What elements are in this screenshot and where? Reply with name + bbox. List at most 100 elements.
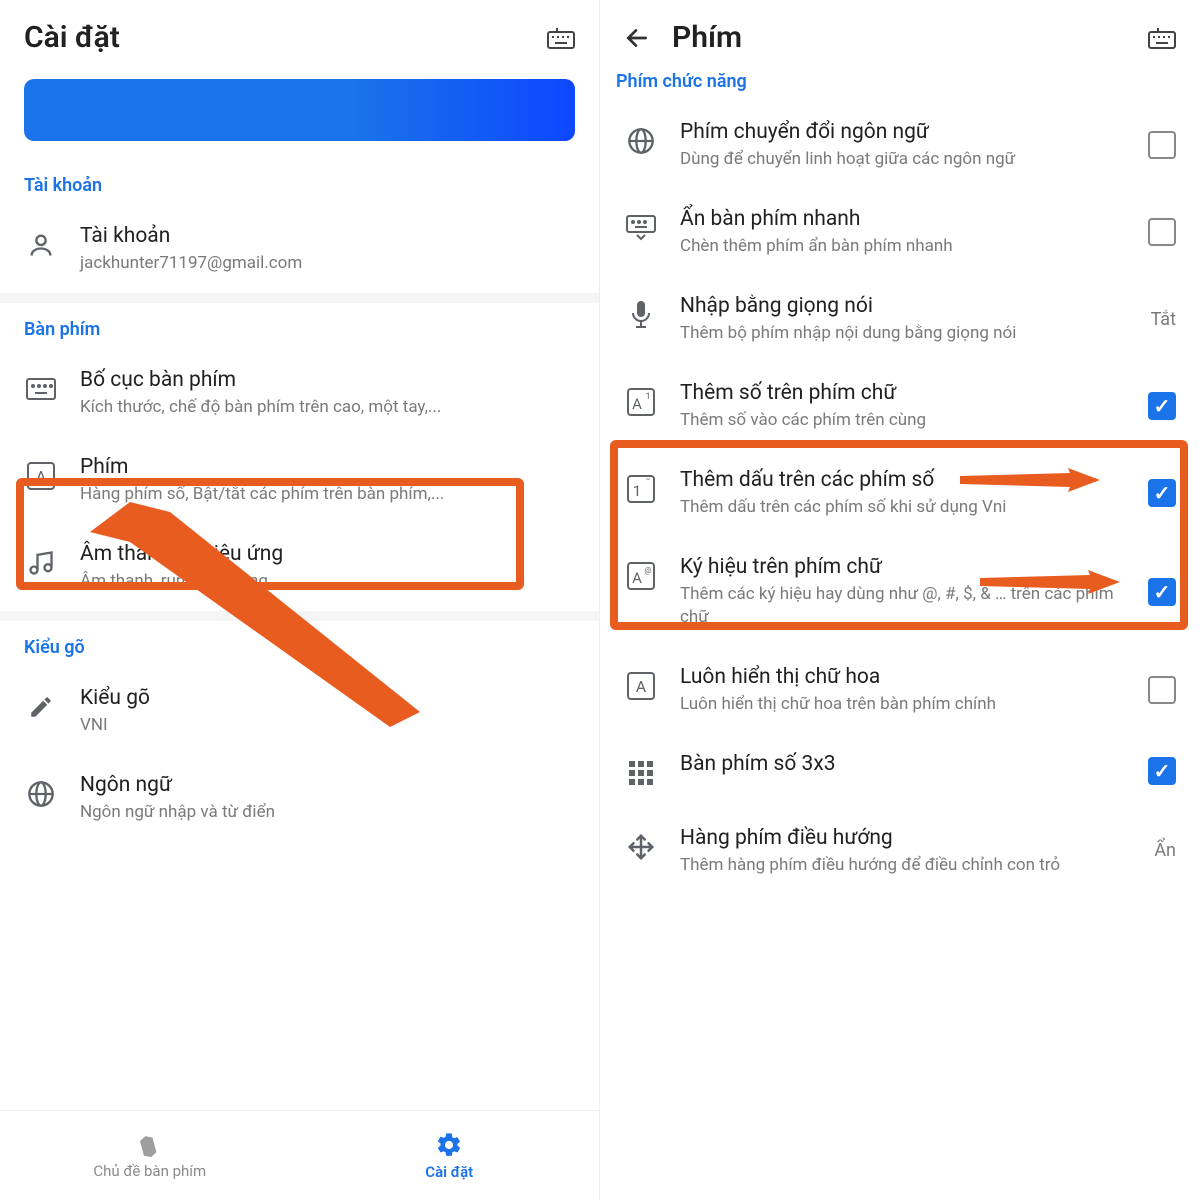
item-sub: Dùng để chuyển linh hoạt giữa các ngôn n… — [680, 148, 1114, 171]
item-title: Phím — [80, 455, 575, 479]
key-a-icon: A — [24, 459, 58, 493]
item-always-uppercase[interactable]: A Luôn hiển thị chữ hoa Luôn hiển thị ch… — [600, 647, 1200, 734]
hide-keyboard-icon — [624, 211, 658, 245]
item-title: Luôn hiển thị chữ hoa — [680, 665, 1114, 689]
page-title: Phím — [672, 20, 1128, 55]
page-title: Cài đặt — [24, 20, 527, 55]
item-arrow-row[interactable]: Hàng phím điều hướng Thêm hàng phím điều… — [600, 808, 1200, 895]
globe-icon — [624, 124, 658, 158]
trailing-value: Tắt — [1151, 309, 1176, 330]
key-1-mark-icon: 1˜ — [624, 472, 658, 506]
divider — [0, 293, 599, 303]
item-sub: Luôn hiển thị chữ hoa trên bàn phím chín… — [680, 693, 1114, 716]
item-numbers-on-letters[interactable]: A1 Thêm số trên phím chữ Thêm số vào các… — [600, 363, 1200, 450]
item-title: Thêm số trên phím chữ — [680, 381, 1114, 405]
settings-screen: Cài đặt Tài khoản Tài khoản jackhunter71… — [0, 0, 600, 1200]
bottom-nav: Chủ đề bàn phím Cài đặt — [0, 1110, 599, 1200]
checkbox[interactable] — [1148, 479, 1176, 507]
item-title: Bàn phím số 3x3 — [680, 752, 1114, 776]
item-numpad-3x3[interactable]: Bàn phím số 3x3 — [600, 734, 1200, 808]
gear-icon — [435, 1131, 463, 1159]
item-typing-method[interactable]: Kiểu gõ VNI — [0, 668, 599, 755]
microphone-icon — [624, 298, 658, 332]
item-title: Ẩn bàn phím nhanh — [680, 207, 1114, 231]
music-note-icon — [24, 546, 58, 580]
item-title: Ký hiệu trên phím chữ — [680, 555, 1114, 579]
svg-text:1: 1 — [633, 482, 641, 500]
key-a-icon: A — [624, 669, 658, 703]
item-title: Âm thanh và hiệu ứng — [80, 542, 575, 566]
keys-header: Phím — [600, 0, 1200, 65]
item-title: Hàng phím điều hướng — [680, 826, 1114, 850]
item-title: Phím chuyển đổi ngôn ngữ — [680, 120, 1114, 144]
item-title: Ngôn ngữ — [80, 773, 575, 797]
item-keys[interactable]: A Phím Hàng phím số, Bật/tắt các phím tr… — [0, 437, 599, 524]
item-sub: Thêm số vào các phím trên cùng — [680, 409, 1114, 432]
item-title: Thêm dấu trên các phím số — [680, 468, 1114, 492]
settings-header: Cài đặt — [0, 0, 599, 65]
item-title: Tài khoản — [80, 224, 575, 248]
key-a-at-icon: A@ — [624, 559, 658, 593]
promo-banner[interactable] — [24, 79, 575, 141]
checkbox[interactable] — [1148, 757, 1176, 785]
item-account[interactable]: Tài khoản jackhunter71197@gmail.com — [0, 206, 599, 293]
checkbox[interactable] — [1148, 676, 1176, 704]
item-voice-input[interactable]: Nhập bằng giọng nói Thêm bộ phím nhập nộ… — [600, 276, 1200, 363]
section-keyboard: Bàn phím — [0, 303, 599, 350]
item-sub: Kích thước, chế độ bàn phím trên cao, mộ… — [80, 396, 575, 419]
svg-text:˜: ˜ — [646, 477, 651, 489]
item-sub: Âm thanh, rung, hiệu ứng — [80, 570, 575, 593]
item-sub: Hàng phím số, Bật/tắt các phím trên bàn … — [80, 483, 575, 506]
checkbox[interactable] — [1148, 392, 1176, 420]
item-sub: Thêm các ký hiệu hay dùng như @, #, $, &… — [680, 583, 1114, 629]
item-sound-effects[interactable]: Âm thanh và hiệu ứng Âm thanh, rung, hiệ… — [0, 524, 599, 611]
keyboard-icon[interactable] — [1148, 26, 1176, 50]
checkbox[interactable] — [1148, 218, 1176, 246]
item-symbols-on-letters[interactable]: A@ Ký hiệu trên phím chữ Thêm các ký hiệ… — [600, 537, 1200, 647]
item-sub: Chèn thêm phím ẩn bàn phím nhanh — [680, 235, 1114, 258]
item-hide-keyboard[interactable]: Ẩn bàn phím nhanh Chèn thêm phím ẩn bàn … — [600, 189, 1200, 276]
item-language-switch[interactable]: Phím chuyển đổi ngôn ngữ Dùng để chuyển … — [600, 102, 1200, 189]
key-a1-icon: A1 — [624, 385, 658, 419]
keys-screen: Phím Phím chức năng Phím chuyển đổi ngôn… — [600, 0, 1200, 1200]
keyboard-layout-icon — [24, 372, 58, 406]
svg-text:A: A — [632, 569, 642, 587]
arrows-move-icon — [624, 830, 658, 864]
item-sub: Thêm dấu trên các phím số khi sử dụng Vn… — [680, 496, 1114, 519]
section-typing: Kiểu gõ — [0, 621, 599, 668]
svg-text:A: A — [636, 677, 647, 696]
svg-text:A: A — [632, 395, 642, 413]
item-sub: Thêm hàng phím điều hướng để điều chỉnh … — [680, 854, 1114, 877]
item-sub: Thêm bộ phím nhập nội dung bằng giọng nó… — [680, 322, 1114, 345]
svg-text:@: @ — [644, 566, 651, 575]
keyboard-icon[interactable] — [547, 26, 575, 50]
nav-label: Chủ đề bàn phím — [93, 1162, 206, 1180]
item-title: Bố cục bàn phím — [80, 368, 575, 392]
checkbox[interactable] — [1148, 578, 1176, 606]
nav-themes[interactable]: Chủ đề bàn phím — [0, 1111, 300, 1200]
section-function-keys: Phím chức năng — [600, 65, 1200, 102]
pencil-icon — [24, 690, 58, 724]
item-sub: Ngôn ngữ nhập và từ điển — [80, 801, 575, 824]
trailing-value: Ẩn — [1154, 840, 1176, 861]
back-icon[interactable] — [624, 25, 652, 51]
section-account: Tài khoản — [0, 159, 599, 206]
user-icon — [24, 228, 58, 262]
item-keyboard-layout[interactable]: Bố cục bàn phím Kích thước, chế độ bàn p… — [0, 350, 599, 437]
svg-text:1: 1 — [645, 392, 650, 402]
globe-icon — [24, 777, 58, 811]
svg-text:A: A — [36, 467, 47, 486]
checkbox[interactable] — [1148, 131, 1176, 159]
item-sub: jackhunter71197@gmail.com — [80, 252, 575, 275]
item-marks-on-numbers[interactable]: 1˜ Thêm dấu trên các phím số Thêm dấu tr… — [600, 450, 1200, 537]
split-screenshot: Cài đặt Tài khoản Tài khoản jackhunter71… — [0, 0, 1200, 1200]
grid-3x3-icon — [624, 756, 658, 790]
divider — [0, 611, 599, 621]
item-title: Kiểu gõ — [80, 686, 575, 710]
item-title: Nhập bằng giọng nói — [680, 294, 1114, 318]
item-sub: VNI — [80, 714, 575, 737]
item-language[interactable]: Ngôn ngữ Ngôn ngữ nhập và từ điển — [0, 755, 599, 842]
nav-settings[interactable]: Cài đặt — [300, 1111, 600, 1200]
nav-label: Cài đặt — [425, 1163, 473, 1181]
themes-icon — [137, 1132, 163, 1158]
